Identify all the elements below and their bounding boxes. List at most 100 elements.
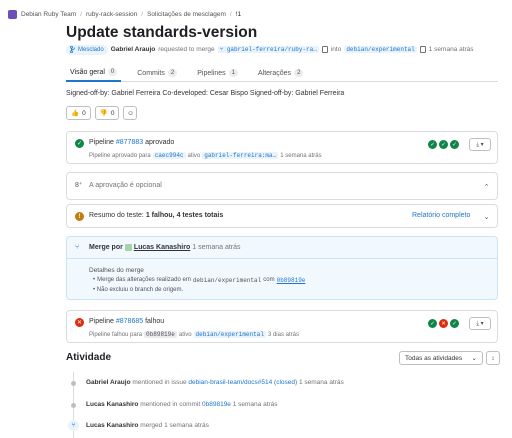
- branch-link[interactable]: debian/experimental: [193, 331, 266, 338]
- test-summary-prefix: Resumo do teste:: [89, 212, 144, 219]
- download-artifacts-button[interactable]: ⤓ ▾: [469, 138, 491, 151]
- activity-text: merged: [140, 422, 163, 429]
- stage-passed-icon[interactable]: ✓: [450, 140, 459, 149]
- merge-detail-2-text: Não excluiu o branch de origem.: [96, 287, 184, 293]
- requested-text: requested to merge: [158, 46, 215, 53]
- merge-detail-1: • Merge das alterações realizado em debi…: [93, 277, 306, 284]
- divider: [67, 258, 497, 259]
- add-reaction-button[interactable]: ☺: [123, 106, 138, 120]
- created-time: 1 semana atrás: [428, 46, 474, 53]
- chevron-up-icon[interactable]: ⌃: [480, 180, 493, 193]
- pipeline-ref-label: ativo: [187, 152, 201, 159]
- tab-label: Pipelines: [197, 69, 226, 77]
- tab-count: 2: [167, 69, 178, 77]
- activity-ref-link[interactable]: 0b89819e: [202, 401, 231, 408]
- tab-count: 0: [107, 68, 118, 76]
- tab-overview[interactable]: Visão geral 0: [66, 64, 122, 82]
- activity-ref-link[interactable]: debian-brasil-team/docs#514 (closed): [188, 379, 297, 386]
- pipeline-sub-prefix: Pipeline aprovado para: [89, 152, 151, 159]
- copy-icon[interactable]: [321, 46, 328, 53]
- tab-changes[interactable]: Alterações 2: [254, 64, 307, 82]
- merge-detail-prefix: Merge das alterações realizado em: [97, 277, 191, 283]
- merge-detail-with: com: [263, 277, 275, 283]
- pipeline-sub-prefix: Pipeline falhou para: [89, 331, 143, 338]
- stage-passed-icon[interactable]: ✓: [450, 319, 459, 328]
- merge-icon: [70, 46, 75, 53]
- failed-circle-icon: ✕: [75, 318, 84, 327]
- breadcrumb-separator-icon: /: [229, 10, 232, 18]
- merge-commit-link[interactable]: 0b89819e: [277, 277, 306, 284]
- into-text: into: [330, 46, 342, 53]
- commit-sha-link[interactable]: 0b89819e: [144, 331, 177, 338]
- activity-user-link[interactable]: Lucas Kanashiro: [86, 422, 138, 429]
- mr-description: Signed-off-by: Gabriel Ferreira Co-devel…: [66, 90, 345, 97]
- activity-time: 1 semana atrás: [164, 422, 209, 429]
- merge-details-title: Detalhes do merge: [89, 267, 144, 274]
- smiley-icon: ☺: [127, 109, 134, 117]
- pipeline-time: 3 dias atrás: [267, 331, 299, 338]
- pipeline-status: falhou: [145, 318, 165, 325]
- test-total-count: 4 testes totais: [176, 212, 224, 219]
- merge-detail-branch: debian/experimental: [192, 277, 262, 284]
- activity-filter-dropdown[interactable]: Todas as atividades ⌄: [399, 351, 483, 365]
- chevron-down-icon[interactable]: ⌄: [480, 210, 493, 223]
- activity-item: Lucas Kanashiro mentioned in commit 0b89…: [86, 401, 278, 408]
- pipeline-title: Pipeline #877883 aprovado: [89, 139, 174, 146]
- merged-time: 1 semana atrás: [192, 244, 241, 251]
- activity-user-link[interactable]: Gabriel Araujo: [86, 379, 131, 386]
- activity-text: mentioned in issue: [132, 379, 187, 386]
- thumbs-down-button[interactable]: 👎 0: [94, 106, 120, 120]
- timeline-dot-icon: [71, 403, 76, 408]
- pipeline-id-link[interactable]: #877883: [116, 139, 143, 146]
- copy-icon[interactable]: [419, 46, 426, 53]
- tab-label: Commits: [137, 69, 165, 77]
- tab-count: 1: [228, 69, 238, 77]
- activity-time: 1 semana atrás: [298, 379, 344, 386]
- chevron-down-icon: ⌄: [471, 355, 477, 362]
- stage-passed-icon[interactable]: ✓: [439, 140, 448, 149]
- activity-text: mentioned in commit: [140, 401, 201, 408]
- commit-sha-link[interactable]: caec994c: [152, 152, 186, 159]
- breadcrumb-merge-requests[interactable]: Solicitações de mesclagem: [147, 11, 226, 18]
- breadcrumb: Debian Ruby Team / ruby-rack-session / S…: [8, 8, 241, 20]
- merged-by-prefix: Merge por: [89, 244, 123, 251]
- breadcrumb-project[interactable]: ruby-rack-session: [86, 11, 137, 18]
- mr-meta: Mesclado Gabriel Araujo requested to mer…: [66, 44, 474, 55]
- activity-user-link[interactable]: Lucas Kanashiro: [86, 401, 138, 408]
- activity-time: 1 semana atrás: [232, 401, 278, 408]
- stage-failed-icon[interactable]: ✕: [439, 319, 448, 328]
- download-artifacts-button[interactable]: ⤓ ▾: [469, 317, 491, 330]
- group-avatar-icon: [8, 9, 17, 19]
- pipeline-id-link[interactable]: #878685: [116, 318, 143, 325]
- merged-by-user-link[interactable]: Lucas Kanashiro: [134, 244, 190, 251]
- full-report-link[interactable]: Relatório completo: [412, 212, 470, 219]
- status-badge-label: Mesclado: [78, 46, 104, 53]
- source-branch[interactable]: ⑂ gabriel-ferreira/ruby-ra…: [217, 46, 319, 53]
- pipeline-time: 1 semana atrás: [280, 152, 322, 159]
- stage-passed-icon[interactable]: ✓: [428, 140, 437, 149]
- page-title: Update standards-version: [66, 24, 258, 41]
- stage-passed-icon[interactable]: ✓: [428, 319, 437, 328]
- breadcrumb-mr-id[interactable]: !1: [236, 11, 241, 18]
- activity-item: Gabriel Araujo mentioned in issue debian…: [86, 379, 344, 386]
- sort-order-button[interactable]: ↕: [486, 351, 500, 365]
- author-link[interactable]: Gabriel Araujo: [111, 46, 156, 53]
- activity-filter-label: Todas as atividades: [405, 354, 463, 362]
- pipeline-title: Pipeline #878685 falhou: [89, 318, 164, 325]
- pipeline-card-passed: ✓ Pipeline #877883 aprovado Pipeline apr…: [66, 131, 498, 164]
- sort-icon: ↕: [491, 354, 495, 362]
- branch-link[interactable]: gabriel-ferreira:ma…: [202, 152, 279, 159]
- pipeline-prefix: Pipeline: [89, 139, 114, 146]
- thumbs-up-button[interactable]: 👍 0: [66, 106, 91, 120]
- tab-pipelines[interactable]: Pipelines 1: [193, 64, 242, 82]
- tab-commits[interactable]: Commits 2: [133, 64, 181, 82]
- warning-icon: !: [75, 212, 84, 221]
- approval-card: 8⁺ A aprovação é opcional ⌃: [66, 172, 498, 200]
- breadcrumb-group[interactable]: Debian Ruby Team: [21, 11, 76, 18]
- target-branch[interactable]: debian/experimental: [344, 46, 417, 53]
- timeline-dot-icon: [71, 381, 76, 386]
- thumbs-up-icon: 👍: [71, 110, 80, 117]
- check-circle-icon: ✓: [75, 139, 84, 148]
- tab-label: Visão geral: [70, 68, 105, 76]
- merge-detail-2: • Não excluiu o branch de origem.: [93, 287, 184, 293]
